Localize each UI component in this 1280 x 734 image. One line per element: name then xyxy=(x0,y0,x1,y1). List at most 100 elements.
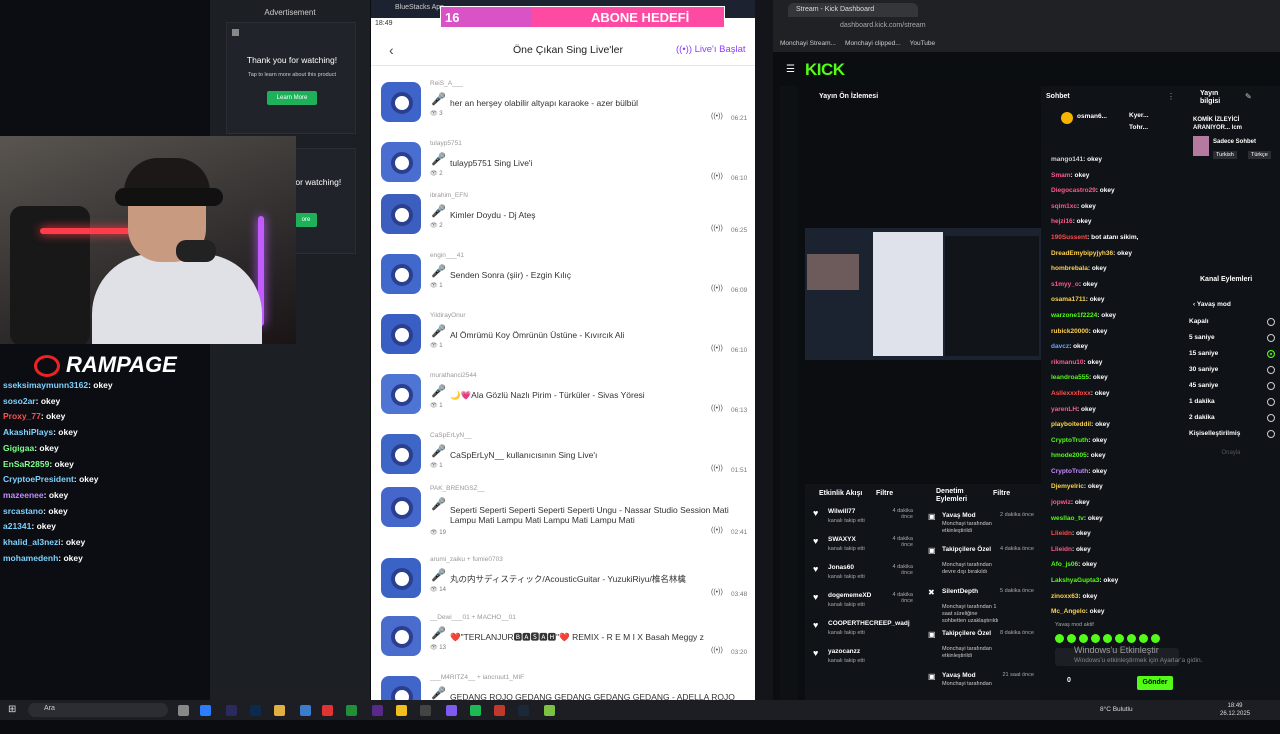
opera-icon[interactable] xyxy=(322,705,333,716)
emote-icon[interactable] xyxy=(1055,634,1064,643)
slow-mode-back[interactable]: ‹ Yavaş mod xyxy=(1193,301,1231,308)
listener-count-value: 1 xyxy=(439,283,443,289)
emote-icon[interactable] xyxy=(1103,634,1112,643)
app-icon[interactable] xyxy=(300,705,311,716)
emote-icon[interactable] xyxy=(1067,634,1076,643)
radio-button[interactable] xyxy=(1267,318,1275,326)
chat-username: mohamedenh xyxy=(3,552,59,563)
list-item[interactable]: murathanci2544 🎤 🌙💗Ala Gözlü Nazlı Pirim -… xyxy=(381,372,751,432)
excel-icon[interactable] xyxy=(346,705,357,716)
dashboard-sidenav xyxy=(780,86,798,700)
kick-chat-username: zinoxx63 xyxy=(1051,592,1079,600)
bookmark-item[interactable]: Monchayi clipped... xyxy=(845,40,901,47)
slow-mode-option[interactable]: 2 dakika xyxy=(1189,414,1277,422)
app-icon[interactable] xyxy=(446,705,457,716)
browser-tab[interactable]: Stream - Kick Dashboard xyxy=(788,3,918,17)
chat-message: AkashiPlays: okey xyxy=(3,425,208,441)
activity-filter-button[interactable]: Filtre xyxy=(876,490,893,497)
spotify-icon[interactable] xyxy=(470,705,481,716)
radio-button[interactable] xyxy=(1267,382,1275,390)
list-username: PAK_BRENGSZ__ xyxy=(430,485,485,492)
task-view-icon[interactable] xyxy=(178,705,189,716)
list-item[interactable]: __Dewi___01 + MACHO__01 🎤 ❤️"TERLANJUR🅱🅰🆂🅰… xyxy=(381,614,751,674)
radio-button[interactable] xyxy=(1267,430,1275,438)
list-item[interactable]: CaSpErLyN__ 🎤 CaSpErLyN__ kullanıcısının S… xyxy=(381,432,751,492)
chat-menu-icon[interactable]: ⋮ xyxy=(1167,92,1175,101)
slow-mode-option[interactable]: 1 dakika xyxy=(1189,398,1277,406)
bookmark-item[interactable]: Monchayi Stream... xyxy=(780,40,836,47)
emote-icon[interactable] xyxy=(1079,634,1088,643)
steam-icon[interactable] xyxy=(518,705,529,716)
ad-learn-more-button-2[interactable]: ore xyxy=(295,213,317,227)
taskbar-search[interactable]: Ara xyxy=(28,703,168,717)
taskbar-clock[interactable]: 18:49 26.12.2025 xyxy=(1220,702,1250,718)
edge-icon[interactable] xyxy=(200,705,211,716)
start-live-button[interactable]: ((•)) Live'ı Başlat xyxy=(676,44,746,55)
kick-logo[interactable]: KICK xyxy=(805,60,845,80)
radio-button[interactable] xyxy=(1267,414,1275,422)
app-icon[interactable] xyxy=(494,705,505,716)
slow-mode-option[interactable]: 30 saniye xyxy=(1189,366,1277,374)
kick-chat-text: okey xyxy=(1076,218,1092,226)
slow-mode-option[interactable]: Kişiselleştirilmiş xyxy=(1189,430,1277,438)
list-item[interactable]: YildirayOnur 🎤 Al Ömrümü Koy Ömrünün Üstün… xyxy=(381,312,751,372)
radio-button[interactable] xyxy=(1267,366,1275,374)
app-icon[interactable] xyxy=(372,705,383,716)
phone-header: ‹ Öne Çıkan Sing Live'ler ((•)) Live'ı B… xyxy=(371,36,755,66)
list-item[interactable]: engin___41 🎤 Senden Sonra (şiir) - Ezgin K… xyxy=(381,252,751,312)
slow-mode-option[interactable]: 5 saniye xyxy=(1189,334,1277,342)
weather-widget[interactable]: 8°C Bulutlu xyxy=(1100,706,1133,713)
list-item[interactable]: ReiS_A___ 🎤 her an herşey olabilir altyapı… xyxy=(381,80,751,140)
slow-mode-option[interactable]: Kapalı xyxy=(1189,318,1277,326)
tag[interactable]: Türkçe xyxy=(1248,151,1271,159)
kick-chat-message: Afo_js06: okey xyxy=(1051,557,1181,573)
emote-icon[interactable] xyxy=(1127,634,1136,643)
list-item[interactable]: ibrahim_EFN 🎤 Kimler Doydu - Dj Ateş 👁 2 ((•… xyxy=(381,192,751,252)
list-item[interactable]: tulayp5751 🎤 tulayp5751 Sing Live'i 👁 2 ((•)… xyxy=(381,140,751,200)
tag[interactable]: Turkish xyxy=(1213,151,1237,159)
send-button[interactable]: Gönder xyxy=(1137,676,1173,690)
menu-icon[interactable]: ☰ xyxy=(786,64,795,75)
disc-icon xyxy=(391,568,413,590)
radio-button[interactable] xyxy=(1267,398,1275,406)
radio-button[interactable] xyxy=(1267,334,1275,342)
obs-icon[interactable] xyxy=(420,705,431,716)
emote-icon[interactable] xyxy=(1091,634,1100,643)
explorer-icon[interactable] xyxy=(274,705,285,716)
address-bar[interactable]: dashboard.kick.com/stream xyxy=(840,22,926,29)
chrome-icon[interactable] xyxy=(396,705,407,716)
activity-username: Jonas60 xyxy=(828,564,855,571)
kick-chat-text: okey xyxy=(1082,561,1097,569)
stream-preview-video[interactable] xyxy=(805,228,1041,360)
list-item[interactable]: PAK_BRENGSZ__ 🎤 Seperti Seperti Seperti Se… xyxy=(381,485,751,545)
start-live-label: Live'ı Başlat xyxy=(694,44,746,55)
slow-mode-option[interactable]: 45 saniye xyxy=(1189,382,1277,390)
slow-mode-option[interactable]: 15 saniye xyxy=(1189,350,1277,358)
chat-text: okey xyxy=(48,489,69,500)
premiere-icon[interactable] xyxy=(226,705,237,716)
emote-icon[interactable] xyxy=(1151,634,1160,643)
slow-mode-title: Yavaş mod xyxy=(1196,301,1231,308)
emote-icon[interactable] xyxy=(1139,634,1148,643)
back-arrow-icon[interactable]: ‹ xyxy=(389,42,394,58)
mod-filter-button[interactable]: Filtre xyxy=(993,490,1010,497)
list-item[interactable]: arumi_zaiku + fumie0703 🎤 丸の内サディスティック/Acou… xyxy=(381,556,751,616)
chat-text: okey xyxy=(46,411,66,422)
listener-count: 👁 1 xyxy=(430,402,443,409)
kick-chat-text: okey xyxy=(1117,249,1132,257)
ad-learn-more-button[interactable]: Learn More xyxy=(267,91,317,105)
ad-card[interactable]: Thank you for watching! Tap to learn mor… xyxy=(226,22,356,134)
sub-goal-label: ABONE HEDEFİ xyxy=(591,10,690,25)
bluestacks-icon[interactable] xyxy=(544,705,555,716)
broadcast-icon: ((•)) xyxy=(711,589,723,596)
photoshop-icon[interactable] xyxy=(250,705,261,716)
kick-chat-text: okey xyxy=(1089,608,1105,616)
bookmark-item[interactable]: YouTube xyxy=(910,40,936,47)
confirm-button[interactable]: Onayla xyxy=(1189,446,1273,460)
song-avatar xyxy=(381,487,421,527)
listener-count: 👁 3 xyxy=(430,110,443,117)
edit-icon[interactable]: ✎ xyxy=(1245,92,1252,101)
emote-icon[interactable] xyxy=(1115,634,1124,643)
radio-button[interactable] xyxy=(1267,350,1275,358)
windows-start-icon[interactable]: ⊞ xyxy=(8,704,16,715)
